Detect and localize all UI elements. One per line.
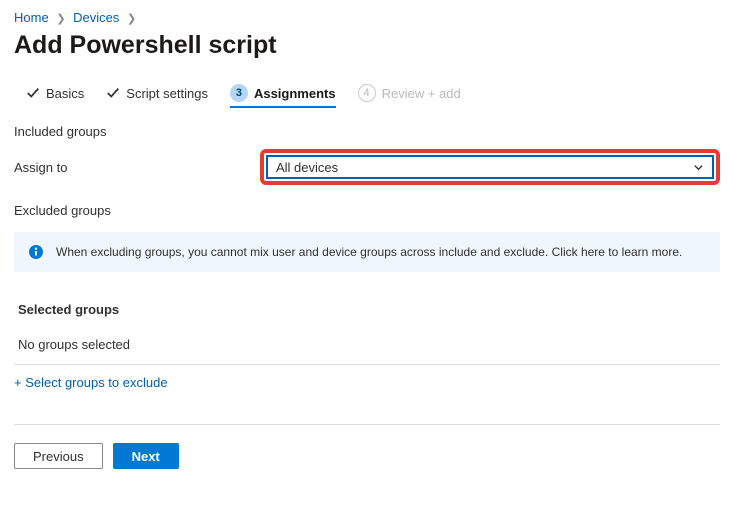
wizard-tabs: Basics Script settings 3 Assignments 4 R… <box>14 84 720 108</box>
info-text: When excluding groups, you cannot mix us… <box>56 245 682 259</box>
chevron-right-icon: ❯ <box>56 13 65 25</box>
page-root: Home ❯ Devices ❯ Add Powershell script B… <box>0 0 734 483</box>
selected-groups-block: Selected groups No groups selected + Sel… <box>14 302 720 390</box>
included-groups-heading: Included groups <box>14 124 720 139</box>
tab-label: Basics <box>46 86 84 101</box>
info-banner[interactable]: When excluding groups, you cannot mix us… <box>14 232 720 272</box>
tab-review-add: 4 Review + add <box>358 84 461 108</box>
step-number-icon: 3 <box>230 84 248 102</box>
assign-to-highlight: All devices <box>260 149 720 185</box>
tab-label: Review + add <box>382 86 461 101</box>
chevron-down-icon <box>693 162 704 173</box>
step-number-icon: 4 <box>358 84 376 102</box>
tab-label: Assignments <box>254 86 336 101</box>
wizard-footer: Previous Next <box>14 424 720 469</box>
check-icon <box>106 86 120 100</box>
assign-to-row: Assign to All devices <box>14 149 720 185</box>
tab-label: Script settings <box>126 86 208 101</box>
page-title: Add Powershell script <box>14 31 720 60</box>
select-groups-exclude-link[interactable]: + Select groups to exclude <box>14 365 168 390</box>
breadcrumb-home[interactable]: Home <box>14 10 49 25</box>
chevron-right-icon: ❯ <box>127 13 136 25</box>
info-icon <box>28 244 44 260</box>
selected-groups-heading: Selected groups <box>14 302 720 329</box>
assign-to-dropdown[interactable]: All devices <box>266 155 714 179</box>
tab-basics[interactable]: Basics <box>26 86 84 107</box>
next-button[interactable]: Next <box>113 443 179 469</box>
tab-script-settings[interactable]: Script settings <box>106 86 208 107</box>
selected-groups-empty: No groups selected <box>14 329 720 365</box>
breadcrumb-devices[interactable]: Devices <box>73 10 119 25</box>
assign-to-label: Assign to <box>14 160 260 175</box>
check-icon <box>26 86 40 100</box>
previous-button[interactable]: Previous <box>14 443 103 469</box>
breadcrumb: Home ❯ Devices ❯ <box>14 8 720 25</box>
excluded-groups-heading: Excluded groups <box>14 203 720 218</box>
tab-assignments[interactable]: 3 Assignments <box>230 84 336 108</box>
assign-to-value: All devices <box>276 160 338 175</box>
